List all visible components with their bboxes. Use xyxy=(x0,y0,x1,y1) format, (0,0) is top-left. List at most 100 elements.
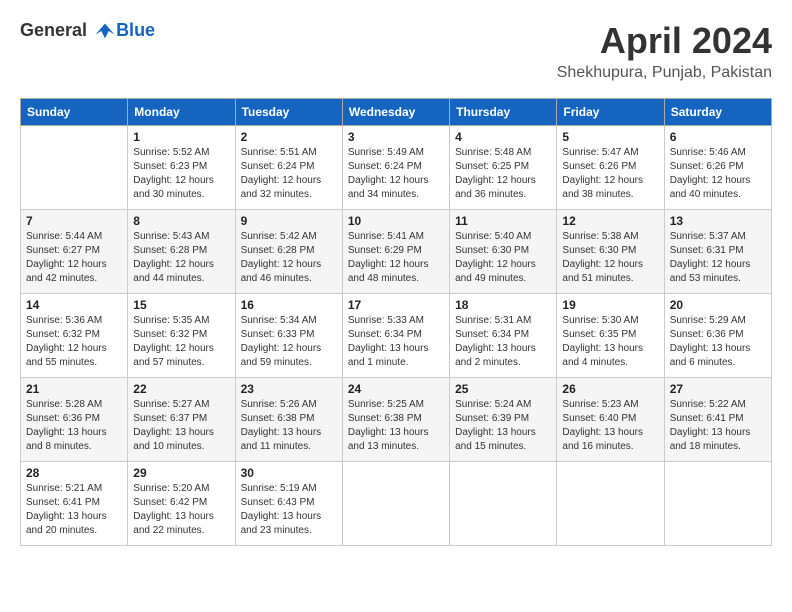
calendar-cell: 28Sunrise: 5:21 AMSunset: 6:41 PMDayligh… xyxy=(21,462,128,546)
weekday-header-friday: Friday xyxy=(557,99,664,126)
day-info: Sunrise: 5:38 AMSunset: 6:30 PMDaylight:… xyxy=(562,230,658,286)
day-info: Sunrise: 5:37 AMSunset: 6:31 PMDaylight:… xyxy=(670,230,766,286)
calendar-cell: 8Sunrise: 5:43 AMSunset: 6:28 PMDaylight… xyxy=(128,210,235,294)
weekday-header-tuesday: Tuesday xyxy=(235,99,342,126)
calendar-cell: 7Sunrise: 5:44 AMSunset: 6:27 PMDaylight… xyxy=(21,210,128,294)
header: General Blue April 2024 Shekhupura, Punj… xyxy=(20,20,772,82)
cell-content: 29 Sunrise: 5:20 AMSunset: 6:42 PMDayligh… xyxy=(133,466,229,541)
cell-content: 7Sunrise: 5:44 AMSunset: 6:27 PMDaylight… xyxy=(26,214,122,289)
cell-content: 24 Sunrise: 5:25 AMSunset: 6:38 PMDayligh… xyxy=(348,382,444,457)
calendar-cell: 30Sunrise: 5:19 AMSunset: 6:43 PMDayligh… xyxy=(235,462,342,546)
cell-content: 12 Sunrise: 5:38 AMSunset: 6:30 PMDayligh… xyxy=(562,214,658,289)
day-info: Sunrise: 5:30 AMSunset: 6:35 PMDaylight:… xyxy=(562,314,658,370)
day-number: 20 xyxy=(670,298,766,312)
day-number: 6 xyxy=(670,130,766,144)
day-number: 11 xyxy=(455,214,551,228)
weekday-header-saturday: Saturday xyxy=(664,99,771,126)
day-number: 10 xyxy=(348,214,444,228)
month-title: April 2024 xyxy=(557,20,772,62)
day-number: 3 xyxy=(348,130,444,144)
day-info: Sunrise: 5:22 AMSunset: 6:41 PMDaylight:… xyxy=(670,398,766,454)
day-number: 13 xyxy=(670,214,766,228)
cell-content: 23Sunrise: 5:26 AMSunset: 6:38 PMDayligh… xyxy=(241,382,337,457)
day-info: Sunrise: 5:42 AMSunset: 6:28 PMDaylight:… xyxy=(241,230,337,286)
logo-bird-icon xyxy=(94,20,116,42)
day-info: Sunrise: 5:52 AMSunset: 6:23 PMDaylight:… xyxy=(133,146,229,202)
calendar-cell: 14Sunrise: 5:36 AMSunset: 6:32 PMDayligh… xyxy=(21,294,128,378)
day-info: Sunrise: 5:51 AMSunset: 6:24 PMDaylight:… xyxy=(241,146,337,202)
day-info: Sunrise: 5:24 AMSunset: 6:39 PMDaylight:… xyxy=(455,398,551,454)
day-number: 12 xyxy=(562,214,658,228)
cell-content: 13 Sunrise: 5:37 AMSunset: 6:31 PMDayligh… xyxy=(670,214,766,289)
cell-content: 30Sunrise: 5:19 AMSunset: 6:43 PMDayligh… xyxy=(241,466,337,541)
calendar-cell: 18 Sunrise: 5:31 AMSunset: 6:34 PMDayligh… xyxy=(450,294,557,378)
day-number: 16 xyxy=(241,298,337,312)
day-info: Sunrise: 5:21 AMSunset: 6:41 PMDaylight:… xyxy=(26,482,122,538)
cell-content: 6 Sunrise: 5:46 AMSunset: 6:26 PMDaylight… xyxy=(670,130,766,205)
day-info: Sunrise: 5:46 AMSunset: 6:26 PMDaylight:… xyxy=(670,146,766,202)
calendar-cell: 22Sunrise: 5:27 AMSunset: 6:37 PMDayligh… xyxy=(128,378,235,462)
calendar-table: SundayMondayTuesdayWednesdayThursdayFrid… xyxy=(20,98,772,546)
day-number: 4 xyxy=(455,130,551,144)
day-number: 8 xyxy=(133,214,229,228)
day-info: Sunrise: 5:31 AMSunset: 6:34 PMDaylight:… xyxy=(455,314,551,370)
cell-content: 19 Sunrise: 5:30 AMSunset: 6:35 PMDayligh… xyxy=(562,298,658,373)
cell-content: 27Sunrise: 5:22 AMSunset: 6:41 PMDayligh… xyxy=(670,382,766,457)
day-info: Sunrise: 5:27 AMSunset: 6:37 PMDaylight:… xyxy=(133,398,229,454)
day-info: Sunrise: 5:47 AMSunset: 6:26 PMDaylight:… xyxy=(562,146,658,202)
calendar-cell: 11Sunrise: 5:40 AMSunset: 6:30 PMDayligh… xyxy=(450,210,557,294)
cell-content: 14Sunrise: 5:36 AMSunset: 6:32 PMDayligh… xyxy=(26,298,122,373)
week-row-2: 7Sunrise: 5:44 AMSunset: 6:27 PMDaylight… xyxy=(21,210,772,294)
day-number: 24 xyxy=(348,382,444,396)
day-number: 5 xyxy=(562,130,658,144)
weekday-header-wednesday: Wednesday xyxy=(342,99,449,126)
logo-general: General xyxy=(20,20,87,40)
cell-content: 25Sunrise: 5:24 AMSunset: 6:39 PMDayligh… xyxy=(455,382,551,457)
day-number: 1 xyxy=(133,130,229,144)
logo-blue: Blue xyxy=(116,20,155,41)
calendar-cell: 20Sunrise: 5:29 AMSunset: 6:36 PMDayligh… xyxy=(664,294,771,378)
calendar-cell xyxy=(342,462,449,546)
calendar-cell: 12 Sunrise: 5:38 AMSunset: 6:30 PMDayligh… xyxy=(557,210,664,294)
day-info: Sunrise: 5:23 AMSunset: 6:40 PMDaylight:… xyxy=(562,398,658,454)
day-info: Sunrise: 5:25 AMSunset: 6:38 PMDaylight:… xyxy=(348,398,444,454)
cell-content: 20Sunrise: 5:29 AMSunset: 6:36 PMDayligh… xyxy=(670,298,766,373)
location-title: Shekhupura, Punjab, Pakistan xyxy=(557,64,772,82)
calendar-cell: 24 Sunrise: 5:25 AMSunset: 6:38 PMDayligh… xyxy=(342,378,449,462)
week-row-3: 14Sunrise: 5:36 AMSunset: 6:32 PMDayligh… xyxy=(21,294,772,378)
calendar-cell: 16Sunrise: 5:34 AMSunset: 6:33 PMDayligh… xyxy=(235,294,342,378)
calendar-cell: 2 Sunrise: 5:51 AMSunset: 6:24 PMDaylight… xyxy=(235,126,342,210)
calendar-cell: 10 Sunrise: 5:41 AMSunset: 6:29 PMDayligh… xyxy=(342,210,449,294)
calendar-cell: 19 Sunrise: 5:30 AMSunset: 6:35 PMDayligh… xyxy=(557,294,664,378)
day-info: Sunrise: 5:28 AMSunset: 6:36 PMDaylight:… xyxy=(26,398,122,454)
calendar-cell: 5 Sunrise: 5:47 AMSunset: 6:26 PMDaylight… xyxy=(557,126,664,210)
cell-content: 4Sunrise: 5:48 AMSunset: 6:25 PMDaylight… xyxy=(455,130,551,205)
day-number: 2 xyxy=(241,130,337,144)
day-info: Sunrise: 5:26 AMSunset: 6:38 PMDaylight:… xyxy=(241,398,337,454)
weekday-header-row: SundayMondayTuesdayWednesdayThursdayFrid… xyxy=(21,99,772,126)
calendar-cell: 26Sunrise: 5:23 AMSunset: 6:40 PMDayligh… xyxy=(557,378,664,462)
cell-content: 17Sunrise: 5:33 AMSunset: 6:34 PMDayligh… xyxy=(348,298,444,373)
day-info: Sunrise: 5:44 AMSunset: 6:27 PMDaylight:… xyxy=(26,230,122,286)
weekday-header-thursday: Thursday xyxy=(450,99,557,126)
weekday-header-monday: Monday xyxy=(128,99,235,126)
calendar-cell xyxy=(664,462,771,546)
cell-content: 3Sunrise: 5:49 AMSunset: 6:24 PMDaylight… xyxy=(348,130,444,205)
calendar-cell: 29 Sunrise: 5:20 AMSunset: 6:42 PMDayligh… xyxy=(128,462,235,546)
calendar-cell: 4Sunrise: 5:48 AMSunset: 6:25 PMDaylight… xyxy=(450,126,557,210)
day-info: Sunrise: 5:20 AMSunset: 6:42 PMDaylight:… xyxy=(133,482,229,538)
title-area: April 2024 Shekhupura, Punjab, Pakistan xyxy=(557,20,772,82)
calendar-cell xyxy=(557,462,664,546)
cell-content: 8Sunrise: 5:43 AMSunset: 6:28 PMDaylight… xyxy=(133,214,229,289)
cell-content: 9Sunrise: 5:42 AMSunset: 6:28 PMDaylight… xyxy=(241,214,337,289)
day-number: 15 xyxy=(133,298,229,312)
cell-content: 10 Sunrise: 5:41 AMSunset: 6:29 PMDayligh… xyxy=(348,214,444,289)
calendar-cell: 27Sunrise: 5:22 AMSunset: 6:41 PMDayligh… xyxy=(664,378,771,462)
day-number: 29 xyxy=(133,466,229,480)
day-number: 19 xyxy=(562,298,658,312)
calendar-cell: 17Sunrise: 5:33 AMSunset: 6:34 PMDayligh… xyxy=(342,294,449,378)
day-number: 18 xyxy=(455,298,551,312)
day-number: 17 xyxy=(348,298,444,312)
day-info: Sunrise: 5:41 AMSunset: 6:29 PMDaylight:… xyxy=(348,230,444,286)
week-row-1: 1 Sunrise: 5:52 AMSunset: 6:23 PMDaylight… xyxy=(21,126,772,210)
